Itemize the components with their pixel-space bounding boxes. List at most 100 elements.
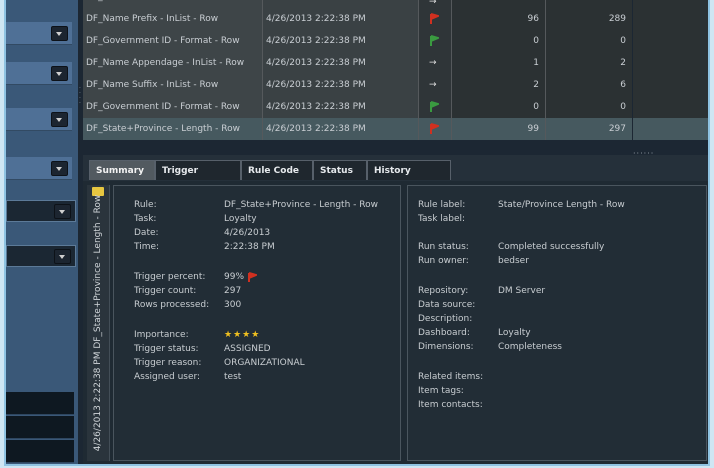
green-flag-icon: [430, 101, 439, 112]
data-source-label: Data source:: [418, 300, 476, 310]
rows-cell: 6: [546, 0, 632, 8]
rule-name-cell: DF_Government ID - Format - Row: [83, 30, 263, 52]
rows-cell: 0: [546, 96, 632, 118]
time-label: Time:: [134, 242, 160, 252]
date-cell: 4/26/2013 2:22:38 PM: [263, 74, 419, 96]
tab-history-graph[interactable]: History Graph: [367, 160, 451, 196]
nav-item[interactable]: [6, 392, 74, 415]
rule-label: Rule:: [134, 200, 157, 210]
empty-cell: [633, 118, 708, 140]
nav-item[interactable]: [6, 440, 74, 463]
rule-name-cell: DF_Government ID - Format - Row: [83, 96, 263, 118]
dropdown-arrow-icon[interactable]: [51, 26, 68, 41]
rows-cell: 289: [546, 8, 632, 30]
rule-name-cell: DF_Name Status - InList - Row: [83, 0, 263, 8]
dropdown-arrow-icon[interactable]: [54, 249, 71, 264]
indicator-cell: [419, 30, 452, 52]
date-label: Date:: [134, 228, 159, 238]
arrow-icon: →: [429, 0, 437, 7]
count-cell: 0: [452, 30, 546, 52]
count-cell: 2: [452, 74, 546, 96]
resize-grip[interactable]: ······: [633, 149, 654, 158]
dropdown-arrow-icon[interactable]: [51, 66, 68, 81]
filter-row[interactable]: [6, 62, 72, 85]
importance-stars[interactable]: ★★★★: [224, 330, 260, 340]
empty-cell: [633, 0, 708, 8]
task-value: Loyalty: [224, 214, 257, 224]
empty-cell: [633, 8, 708, 30]
date-cell: 4/26/2013 2:22:38 PM: [263, 8, 419, 30]
task-label: Task:: [134, 214, 157, 224]
repository-label: Repository:: [418, 286, 469, 296]
description-label: Description:: [418, 314, 473, 324]
filter-row[interactable]: [6, 108, 72, 131]
nav-item[interactable]: [6, 416, 74, 439]
dropdown-arrow-icon[interactable]: [54, 204, 71, 219]
empty-cell: [633, 74, 708, 96]
trigger-count-label: Trigger count:: [134, 286, 197, 296]
run-owner-label: Run owner:: [418, 256, 469, 266]
rule-name-cell: DF_Name Suffix - InList - Row: [83, 74, 263, 96]
dropdown-arrow-icon[interactable]: [51, 161, 68, 176]
table-row[interactable]: DF_Name Suffix - InList - Row 4/26/2013 …: [83, 74, 708, 96]
indicator-cell: →: [419, 52, 452, 74]
detail-tab-bar: ······ Summary Trigger Values Rule Code …: [83, 149, 708, 196]
rows-cell: 6: [546, 74, 632, 96]
count-cell: 99: [452, 118, 546, 140]
date-cell: 4/26/2013 2:22:38 PM: [263, 30, 419, 52]
rows-cell: 0: [546, 30, 632, 52]
red-flag-icon: [248, 272, 257, 282]
app-window: ···· DF_Name Status - InList - Row 4/26/…: [4, 0, 710, 466]
indicator-cell: [419, 118, 452, 140]
tab-rule-code[interactable]: Rule Code: [241, 160, 313, 180]
count-cell: 96: [452, 8, 546, 30]
filter-dropdown[interactable]: [6, 200, 76, 222]
empty-cell: [633, 96, 708, 118]
arrow-icon: →: [429, 80, 437, 90]
rule-value: DF_State+Province - Length - Row: [224, 200, 378, 210]
trigger-status-label: Trigger status:: [134, 344, 199, 354]
rows-processed-label: Rows processed:: [134, 300, 210, 310]
trigger-reason-value: ORGANIZATIONAL: [224, 358, 305, 368]
table-row[interactable]: DF_Government ID - Format - Row 4/26/201…: [83, 96, 708, 118]
table-row[interactable]: DF_Name Prefix - InList - Row 4/26/2013 …: [83, 8, 708, 30]
dimensions-label: Dimensions:: [418, 342, 474, 352]
indicator-cell: [419, 96, 452, 118]
tab-trigger-values[interactable]: Trigger Values: [155, 160, 241, 196]
trigger-count-value: 297: [224, 286, 242, 296]
red-flag-icon: [430, 123, 439, 134]
filter-row[interactable]: [6, 157, 72, 180]
time-value: 2:22:38 PM: [224, 242, 275, 252]
empty-cell: [633, 52, 708, 74]
dashboard-value: Loyalty: [498, 328, 531, 338]
date-cell: 4/26/2013 2:22:38 PM: [263, 118, 419, 140]
trigger-percent-value: 99%: [224, 272, 245, 282]
date-value: 4/26/2013: [224, 228, 271, 238]
rule-label-label: Rule label:: [418, 200, 466, 210]
trigger-reason-label: Trigger reason:: [134, 358, 202, 368]
table-row[interactable]: DF_Name Appendage - InList - Row 4/26/20…: [83, 52, 708, 74]
tab-summary[interactable]: Summary: [89, 160, 155, 180]
item-contacts-label: Item contacts:: [418, 400, 483, 410]
assigned-user-label: Assigned user:: [134, 372, 201, 382]
dropdown-arrow-icon[interactable]: [51, 112, 68, 127]
indicator-cell: →: [419, 0, 452, 8]
rows-processed-value: 300: [224, 300, 242, 310]
table-row-selected[interactable]: DF_State+Province - Length - Row 4/26/20…: [83, 118, 708, 140]
filter-row[interactable]: [6, 22, 72, 45]
trigger-percent-label: Trigger percent:: [134, 272, 206, 282]
tab-status[interactable]: Status: [313, 160, 367, 180]
item-tags-label: Item tags:: [418, 386, 464, 396]
assigned-user-value: test: [224, 372, 242, 382]
indicator-cell: →: [419, 74, 452, 96]
splitter-grip[interactable]: · · · ·: [79, 86, 82, 116]
filter-dropdown[interactable]: [6, 245, 76, 267]
dimensions-value: Completeness: [498, 342, 562, 352]
run-status-label: Run status:: [418, 242, 469, 252]
table-row[interactable]: DF_Name Status - InList - Row 4/26/2013 …: [83, 0, 708, 8]
table-row[interactable]: DF_Government ID - Format - Row 4/26/201…: [83, 30, 708, 52]
date-cell: 4/26/2013 2:22:38 PM: [263, 0, 419, 8]
related-items-label: Related items:: [418, 372, 484, 382]
count-cell: 1: [452, 52, 546, 74]
summary-info-panel: Rule: DF_State+Province - Length - Row Ta…: [113, 185, 401, 461]
